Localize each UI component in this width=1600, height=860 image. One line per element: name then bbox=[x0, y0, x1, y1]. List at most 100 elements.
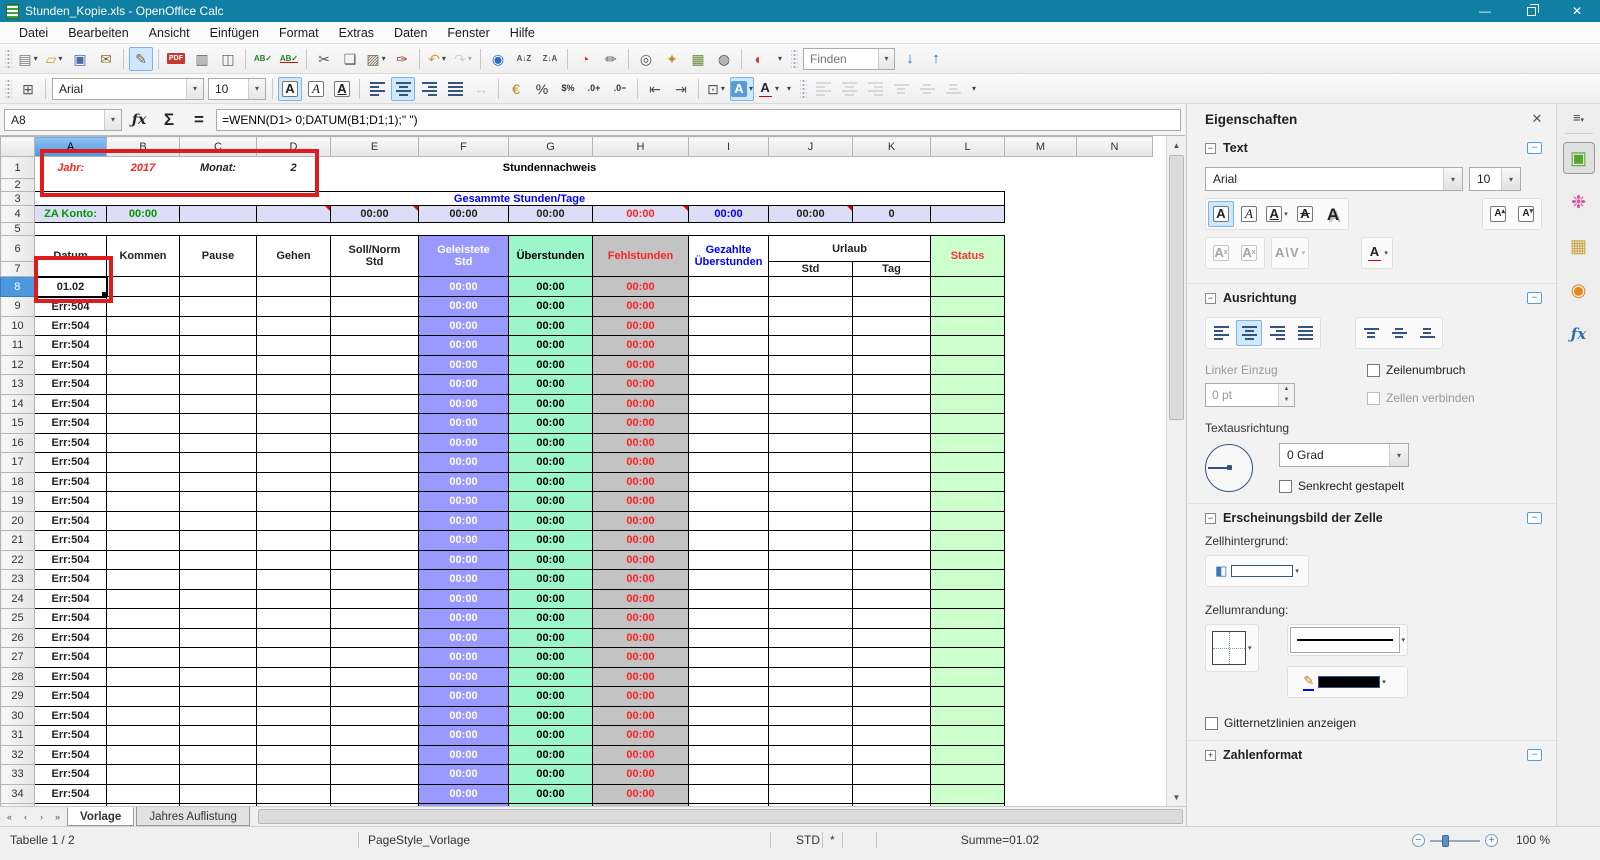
cell-N15[interactable] bbox=[1076, 413, 1153, 433]
menu-hilfe[interactable]: Hilfe bbox=[501, 24, 544, 42]
cell-E30[interactable] bbox=[330, 705, 419, 726]
cell-M5[interactable] bbox=[1004, 222, 1077, 236]
cell-C13[interactable] bbox=[179, 374, 257, 395]
cell-A23[interactable]: Err:504 bbox=[34, 569, 107, 590]
cell-J24[interactable] bbox=[768, 588, 853, 609]
cell-C10[interactable] bbox=[179, 315, 257, 336]
menu-daten[interactable]: Daten bbox=[385, 24, 436, 42]
italic-button[interactable]: A bbox=[304, 77, 328, 101]
cell-G34[interactable]: 00:00 bbox=[508, 783, 593, 804]
superscript-button[interactable]: A bbox=[1208, 240, 1234, 266]
cell-M16[interactable] bbox=[1004, 433, 1077, 453]
cell-M13[interactable] bbox=[1004, 374, 1077, 394]
cell-F13[interactable]: 00:00 bbox=[418, 374, 509, 395]
cell-H23[interactable]: 00:00 bbox=[592, 569, 689, 590]
cell-G13[interactable]: 00:00 bbox=[508, 374, 593, 395]
auto-spellcheck-button[interactable]: AB✓ bbox=[277, 47, 301, 71]
column-header-L[interactable]: L bbox=[930, 136, 1005, 157]
cell-H33[interactable]: 00:00 bbox=[592, 764, 689, 785]
cell-M20[interactable] bbox=[1004, 511, 1077, 531]
cell-F19[interactable]: 00:00 bbox=[418, 491, 509, 512]
cell-G5[interactable] bbox=[508, 222, 593, 236]
cell-G8[interactable]: 00:00 bbox=[508, 276, 593, 297]
cell-M15[interactable] bbox=[1004, 413, 1077, 433]
cell-I4[interactable]: 00:00 bbox=[688, 205, 769, 223]
cell-L11[interactable] bbox=[930, 335, 1005, 356]
cell-D5[interactable] bbox=[256, 222, 331, 236]
column-header-E[interactable]: E bbox=[330, 136, 419, 157]
row-header-33[interactable]: 33 bbox=[0, 764, 35, 785]
cell-N2[interactable] bbox=[1076, 178, 1153, 192]
cell-J22[interactable] bbox=[768, 549, 853, 570]
cell-G32[interactable]: 00:00 bbox=[508, 744, 593, 765]
cell-I18[interactable] bbox=[688, 471, 769, 492]
merge-cells-button[interactable]: ↔ bbox=[469, 77, 493, 101]
cell-B26[interactable] bbox=[106, 627, 180, 648]
cell-B8[interactable] bbox=[106, 276, 180, 297]
cell-D33[interactable] bbox=[256, 764, 331, 785]
help-button[interactable]: ◐ bbox=[747, 47, 771, 71]
column-header-K[interactable]: K bbox=[852, 136, 931, 157]
row-header-1[interactable]: 1 bbox=[0, 156, 35, 179]
row-header-13[interactable]: 13 bbox=[0, 374, 35, 395]
chevron-down-icon[interactable]: ▾ bbox=[721, 84, 725, 93]
cell-D34[interactable] bbox=[256, 783, 331, 804]
cell-L22[interactable] bbox=[930, 549, 1005, 570]
cell-G23[interactable]: 00:00 bbox=[508, 569, 593, 590]
cell-M23[interactable] bbox=[1004, 569, 1077, 589]
sidebar-menu-icon[interactable]: ≡▾ bbox=[1573, 110, 1584, 125]
cell-L32[interactable] bbox=[930, 744, 1005, 765]
cell-I12[interactable] bbox=[688, 354, 769, 375]
cell-M9[interactable] bbox=[1004, 296, 1077, 316]
chevron-down-icon[interactable]: ▾ bbox=[58, 54, 62, 63]
cell-N17[interactable] bbox=[1076, 452, 1153, 472]
cell-K34[interactable] bbox=[852, 783, 931, 804]
cell-G6[interactable]: Überstunden bbox=[508, 235, 593, 277]
cell-J25[interactable] bbox=[768, 608, 853, 629]
cell-B33[interactable] bbox=[106, 764, 180, 785]
cell-F15[interactable]: 00:00 bbox=[418, 413, 509, 434]
cell-L1[interactable] bbox=[930, 156, 1005, 179]
cell-M12[interactable] bbox=[1004, 355, 1077, 375]
row-header-29[interactable]: 29 bbox=[0, 686, 35, 707]
cell-H16[interactable]: 00:00 bbox=[592, 432, 689, 453]
zoom-slider-track[interactable] bbox=[1430, 840, 1480, 842]
row-header-19[interactable]: 19 bbox=[0, 491, 35, 512]
cell-N24[interactable] bbox=[1076, 589, 1153, 609]
cell-J19[interactable] bbox=[768, 491, 853, 512]
cell-D29[interactable] bbox=[256, 686, 331, 707]
cell-L9[interactable] bbox=[930, 296, 1005, 317]
cell-N6[interactable] bbox=[1076, 235, 1153, 262]
cell-K26[interactable] bbox=[852, 627, 931, 648]
cell-C15[interactable] bbox=[179, 413, 257, 434]
row-header-17[interactable]: 17 bbox=[0, 452, 35, 473]
last-sheet-button[interactable]: » bbox=[50, 809, 65, 824]
toolbar-grip[interactable] bbox=[5, 78, 12, 99]
column-header-N[interactable]: N bbox=[1076, 136, 1153, 157]
row-header-31[interactable]: 31 bbox=[0, 725, 35, 746]
cell-G26[interactable]: 00:00 bbox=[508, 627, 593, 648]
cell-I15[interactable] bbox=[688, 413, 769, 434]
object-align-right-button[interactable] bbox=[863, 77, 887, 101]
border-line-style-button[interactable] bbox=[1289, 627, 1400, 653]
wrap-text-checkbox[interactable] bbox=[1367, 363, 1380, 377]
export-pdf-button[interactable]: PDF bbox=[164, 47, 188, 71]
cell-J28[interactable] bbox=[768, 666, 853, 687]
cell-J32[interactable] bbox=[768, 744, 853, 765]
cell-K11[interactable] bbox=[852, 335, 931, 356]
column-header-M[interactable]: M bbox=[1004, 136, 1077, 157]
cell-N29[interactable] bbox=[1076, 686, 1153, 706]
cell-L27[interactable] bbox=[930, 647, 1005, 668]
cell-I2[interactable] bbox=[688, 178, 769, 192]
sidebar-align-middle-button[interactable] bbox=[1386, 320, 1412, 346]
cell-H10[interactable]: 00:00 bbox=[592, 315, 689, 336]
cell-E6[interactable]: Soll/Norm Std bbox=[330, 235, 419, 277]
object-align-left-button[interactable] bbox=[811, 77, 835, 101]
cell-D28[interactable] bbox=[256, 666, 331, 687]
cell-F20[interactable]: 00:00 bbox=[418, 510, 509, 531]
cell-F17[interactable]: 00:00 bbox=[418, 452, 509, 473]
cell-K17[interactable] bbox=[852, 452, 931, 473]
scroll-up-icon[interactable]: ▲ bbox=[1167, 136, 1186, 154]
column-header-I[interactable]: I bbox=[688, 136, 769, 157]
row-header-23[interactable]: 23 bbox=[0, 569, 35, 590]
